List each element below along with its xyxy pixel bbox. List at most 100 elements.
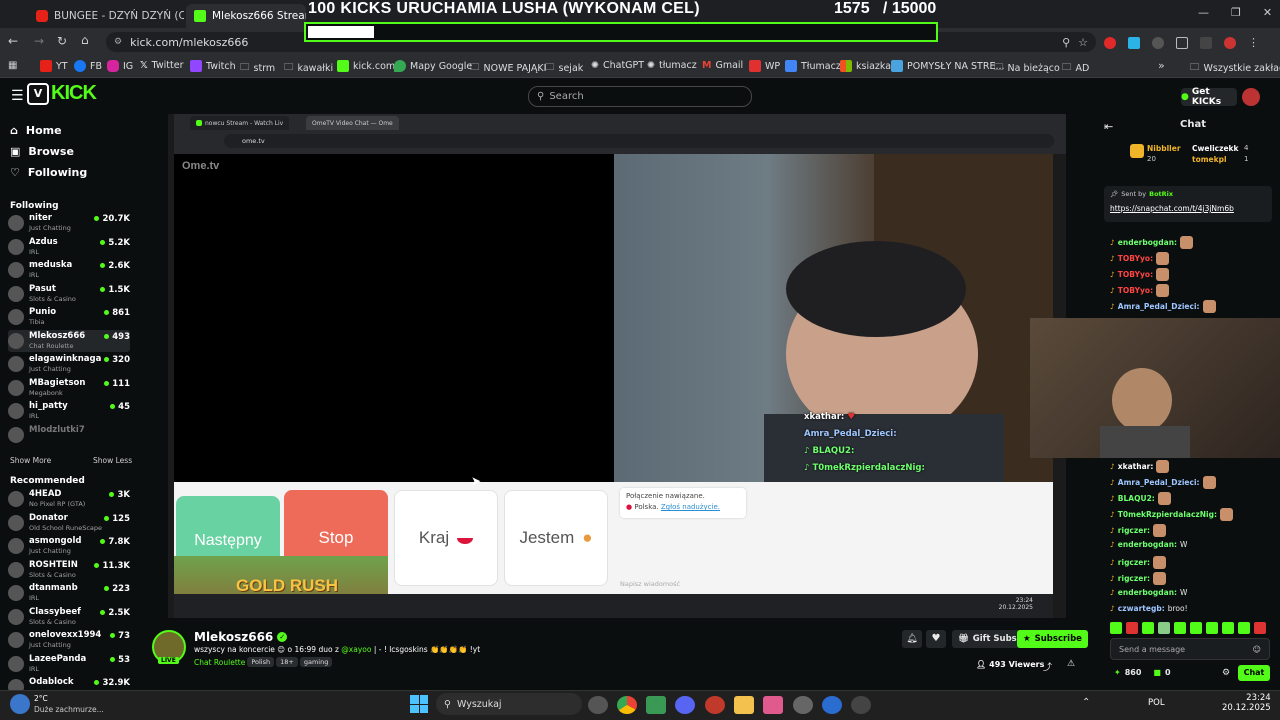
follow-heart-icon[interactable]: ♥ [926,630,946,648]
emote-icon[interactable] [1190,622,1202,634]
report-icon[interactable]: ⚠ [1067,659,1075,669]
collapse-chat-icon[interactable]: ⇤ [1104,120,1113,133]
chat-username[interactable]: czwartegb: [1118,604,1165,613]
record-extension-icon[interactable] [1104,36,1116,49]
tray-chevron-icon[interactable]: ⌃ [1082,697,1090,708]
bookmark-maps[interactable]: Mapy Google [394,60,472,72]
bookmark-tlumacz-2[interactable]: Tłumacz [785,60,841,72]
user-avatar[interactable] [1242,88,1260,106]
chat-username[interactable]: enderbogdan: [1118,588,1177,597]
show-less-link[interactable]: Show Less [93,456,132,465]
emote-icon[interactable] [1158,622,1170,634]
emote-icon[interactable] [1142,622,1154,634]
chat-settings-icon[interactable]: ⚙ [1222,668,1230,678]
home-icon[interactable]: ⌂ [81,33,89,47]
bookmark-kick[interactable]: kick.com [337,60,395,72]
kick-logo[interactable]: V KICK [27,82,97,105]
bookmark-twitter[interactable]: 𝕏 Twitter [140,60,184,71]
tag-pill[interactable]: gaming [299,657,333,667]
sidebar-channel[interactable]: hi_patty IRL 45 [8,400,130,422]
bookmark-ig[interactable]: IG [107,60,133,72]
tag-pill[interactable]: 18+ [276,657,298,667]
chat-username[interactable]: enderbogdan: [1118,238,1177,247]
chat-username[interactable]: T0mekRzpierdalaczNig: [1118,510,1217,519]
bookmark-star-icon[interactable]: ☆ [1078,36,1088,49]
emoji-picker-icon[interactable]: ☺ [1253,645,1261,654]
nav-home[interactable]: ⌂ Home [10,124,62,137]
report-abuse-link[interactable]: Zgłoś nadużycie. [661,503,720,511]
more-bookmarks-icon[interactable]: » [1158,59,1165,72]
minimize-icon[interactable]: — [1198,6,1209,19]
bookmark-sejak[interactable]: 🗀 sejak [545,60,583,76]
category-link[interactable]: Chat Roulette [194,658,245,667]
bookmark-ksiazka[interactable]: ksiazka [840,60,891,72]
bookmark-twitch[interactable]: Twitch [190,60,236,72]
emote-icon[interactable] [1206,622,1218,634]
file-explorer-icon[interactable] [734,696,754,714]
emote-icon[interactable] [1110,622,1122,634]
emote-icon[interactable] [1238,622,1250,634]
chat-username[interactable]: rigczer: [1118,574,1150,583]
sidebar-channel[interactable]: Mlodzlutki7 [8,424,130,446]
opera-icon[interactable] [705,696,725,714]
all-bookmarks[interactable]: 🗀Wszystkie zakładki [1190,60,1280,76]
bookmark-yt[interactable]: YT [40,60,68,72]
forward-icon[interactable]: → [34,34,44,48]
maximize-icon[interactable]: ❐ [1231,6,1241,19]
bookmark-gmail[interactable]: M Gmail [702,60,743,71]
apps-grid-icon[interactable]: ▦ [8,60,17,71]
chat-username[interactable]: enderbogdan: [1118,540,1177,549]
taskbar-app-icon[interactable] [822,696,842,714]
site-info-icon[interactable]: ⚙ [114,37,122,47]
taskbar-clock[interactable]: 23:24 20.12.2025 [1222,693,1271,713]
sidebar-channel[interactable]: niter Just Chatting 20.7K [8,212,130,234]
tag-pill[interactable]: Polish [247,657,275,667]
chat-username[interactable]: Amra_Pedal_Dzieci: [1118,302,1200,311]
nav-browse[interactable]: ▣ Browse [10,145,74,158]
get-kicks-button[interactable]: ● Get KICKs [1181,87,1237,107]
chat-username[interactable]: TOBYyo: [1118,286,1153,295]
chat-username[interactable]: Amra_Pedal_Dzieci: [1118,478,1200,487]
steam-icon[interactable] [793,696,813,714]
gender-button[interactable]: Jestem ● [504,490,608,586]
emote-icon[interactable] [1222,622,1234,634]
zoom-icon[interactable]: ⚲ [1062,36,1070,49]
search-input[interactable]: ⚲ Search [528,86,752,107]
emote-icon[interactable] [1254,622,1266,634]
bookmark-ad[interactable]: 🗀 AD [1062,60,1089,76]
taskbar-search[interactable]: ⚲ Wyszukaj [436,693,582,715]
taskbar-app-icon[interactable] [588,696,608,714]
windows-start-icon[interactable] [410,695,428,713]
gift-subs-button[interactable]: 🎁︎ Gift Subs [952,630,1023,648]
country-button[interactable]: Kraj [394,490,498,586]
chat-username[interactable]: rigczer: [1118,526,1150,535]
share-icon[interactable]: ⤴ [1043,660,1052,673]
bookmark-nowe-pajaki[interactable]: 🗀 NOWE PAJĄKI [470,60,546,76]
extension-icon[interactable] [1152,36,1164,49]
bookmark-wp[interactable]: WP [749,60,780,72]
sidebar-channel[interactable]: Azdus IRL 5.2K [8,236,130,258]
menu-dots-icon[interactable]: ⋮ [1248,36,1259,49]
sidebar-channel[interactable]: LazeePanda IRL 53 [8,653,130,675]
browser-tab-bungee[interactable]: BUNGEE - DZYŃ DZYŃ (C ✕ [28,4,184,28]
mention-link[interactable]: @xayoo [341,645,371,654]
streamer-name[interactable]: Mlekosz666 [194,630,273,644]
pinned-link[interactable]: https://snapchat.com/t/4j3jNm6b [1110,204,1234,213]
sidebar-channel[interactable]: Classybeef Slots & Casino 2.5K [8,606,130,628]
bookmark-kawalki[interactable]: 🗀 kawałki [284,60,333,76]
taskbar-language[interactable]: POL [1148,698,1165,708]
close-window-icon[interactable]: ✕ [1263,6,1272,19]
chat-username[interactable]: TOBYyo: [1118,254,1153,263]
taskbar-app-icon[interactable] [763,696,783,714]
extensions-puzzle-icon[interactable] [1176,36,1188,49]
browser-tab-kick[interactable]: Mlekosz666 Stream - Watch [186,4,306,28]
weather-icon[interactable] [10,694,30,714]
chat-username[interactable]: rigczer: [1118,558,1150,567]
extension-icon[interactable] [1128,36,1140,49]
profile-avatar-icon[interactable] [1224,36,1236,49]
bookmark-pomysly[interactable]: POMYSŁY NA STRE... [891,60,1005,72]
sidebar-channel[interactable]: Punio Tibia 861 [8,306,130,328]
send-chat-button[interactable]: Chat [1238,665,1270,681]
reload-icon[interactable]: ↻ [57,34,67,48]
sidebar-channel[interactable]: elagawinknaga Just Chatting 320 [8,353,130,375]
